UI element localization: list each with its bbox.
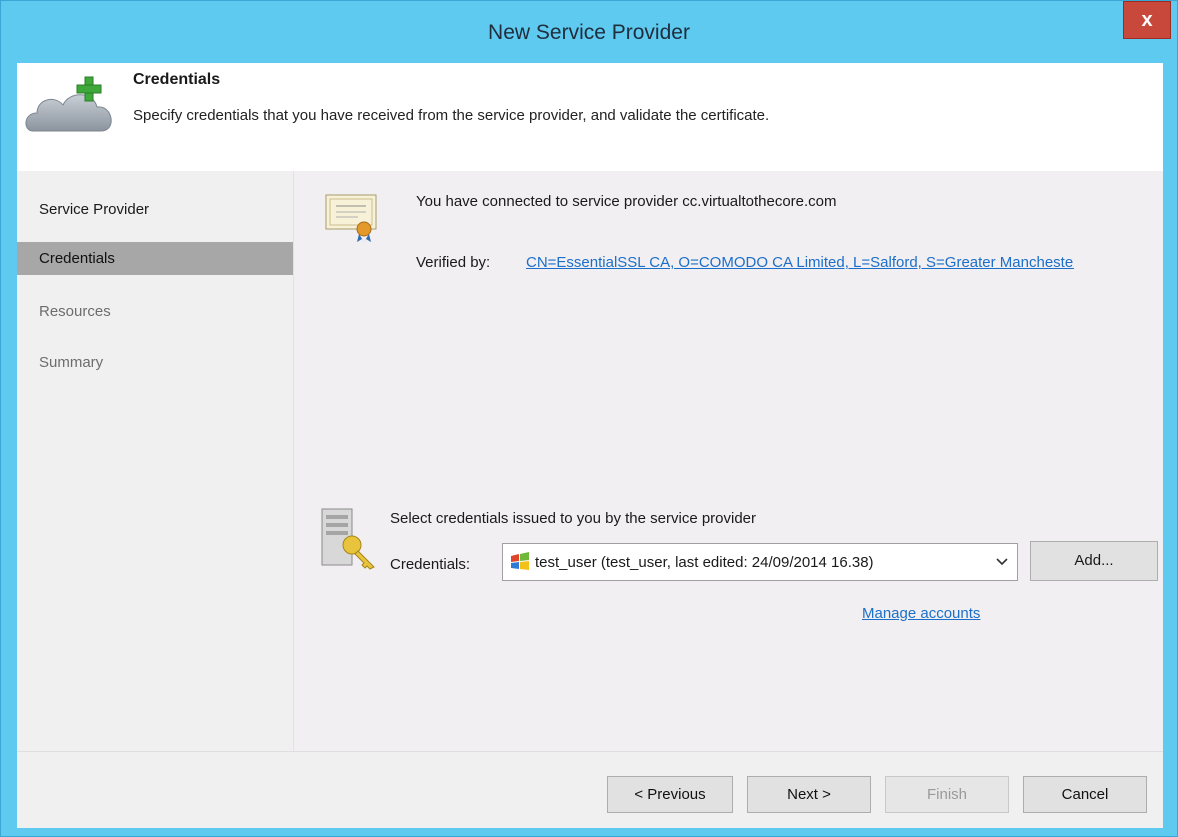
sidebar-item-credentials[interactable]: Credentials (17, 242, 293, 275)
credentials-label: Credentials: (390, 556, 471, 573)
wizard-content: You have connected to service provider c… (293, 171, 1163, 751)
page-title: Credentials (133, 71, 221, 88)
connection-status-text: You have connected to service provider c… (416, 193, 837, 210)
select-credentials-prompt: Select credentials issued to you by the … (390, 510, 757, 527)
wizard-client: Credentials Specify credentials that you… (17, 63, 1163, 828)
sidebar-item-resources: Resources (39, 303, 111, 320)
add-credentials-button[interactable]: Add... (1030, 541, 1158, 581)
user-account-icon (511, 552, 529, 570)
title-bar[interactable]: New Service Provider x (1, 1, 1177, 63)
finish-button: Finish (885, 776, 1009, 813)
sidebar-item-summary: Summary (39, 354, 104, 371)
verified-by-label: Verified by: (416, 254, 491, 271)
cloud-add-icon (25, 76, 112, 132)
wizard-steps: Service Provider Credentials Resources S… (17, 171, 293, 751)
wizard-window: New Service Provider x Credentials Speci… (0, 0, 1178, 837)
previous-button[interactable]: < Previous (607, 776, 733, 813)
credentials-selected-value: test_user (test_user, last edited: 24/09… (535, 553, 874, 571)
page-description: Specify credentials that you have receiv… (133, 107, 770, 124)
certificate-icon (325, 194, 377, 242)
cancel-button[interactable]: Cancel (1023, 776, 1147, 813)
wizard-header: Credentials Specify credentials that you… (17, 63, 1163, 171)
sidebar-item-service-provider[interactable]: Service Provider (17, 193, 293, 226)
credentials-key-icon (321, 508, 375, 570)
window-title: New Service Provider (488, 21, 690, 44)
next-button[interactable]: Next > (747, 776, 871, 813)
close-button[interactable]: x (1123, 1, 1171, 39)
chevron-down-icon[interactable] (995, 557, 1009, 567)
manage-accounts-link[interactable]: Manage accounts (862, 605, 980, 622)
credentials-dropdown[interactable]: test_user (test_user, last edited: 24/09… (502, 543, 1018, 581)
certificate-issuer-link[interactable]: CN=EssentialSSL CA, O=COMODO CA Limited,… (526, 254, 1074, 271)
wizard-footer: < Previous Next > Finish Cancel (17, 751, 1163, 828)
